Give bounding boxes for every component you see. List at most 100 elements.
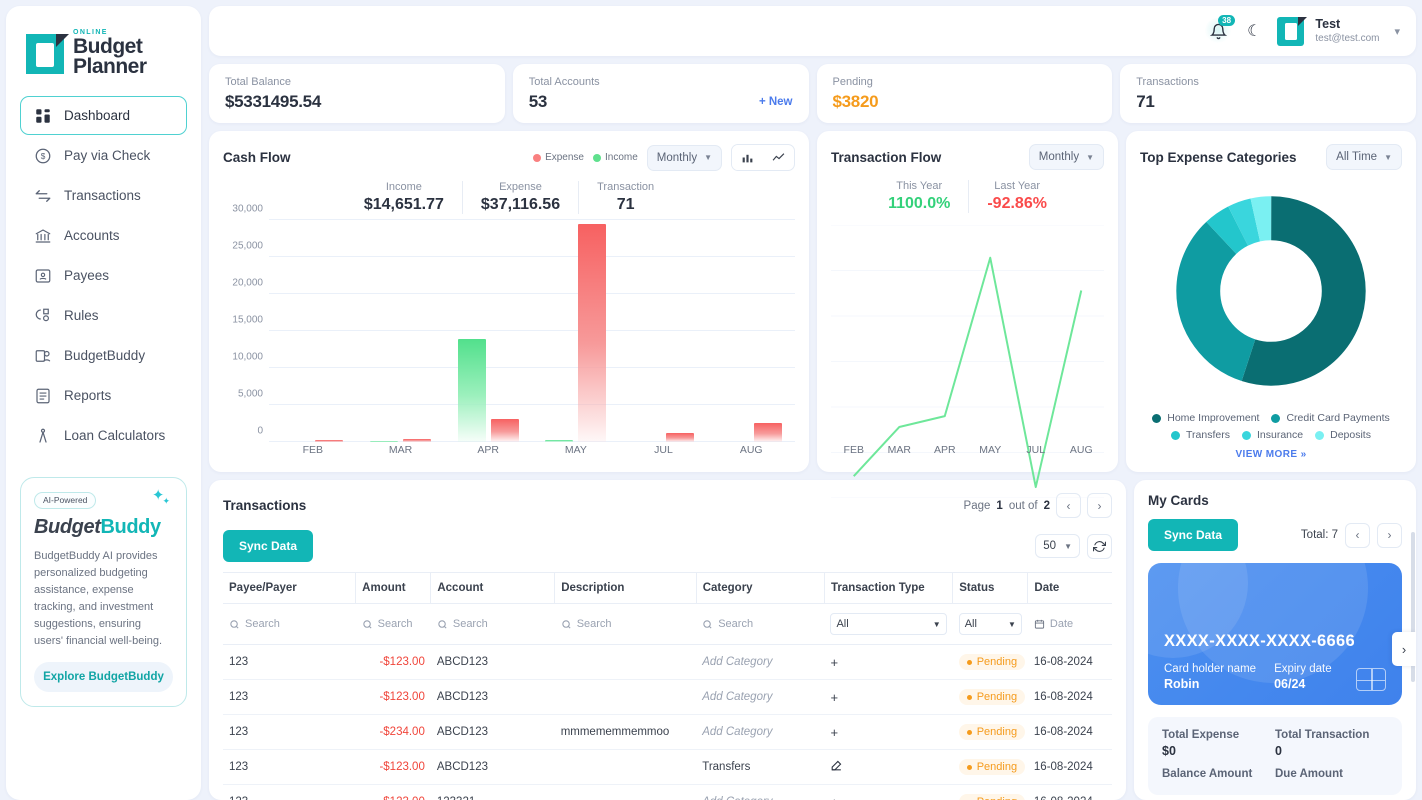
table-row[interactable]: 123 -$123.00 123321 Add Category + Pending 16-… [223,784,1112,800]
expense-donut-chart[interactable] [1175,195,1367,387]
search-input[interactable]: Search [561,618,691,630]
search-input[interactable]: Search [229,618,350,630]
add-transaction-type-button[interactable]: + [830,725,838,740]
cell-category[interactable]: Add Category [702,796,772,800]
bar-income[interactable] [370,440,398,442]
refresh-button[interactable] [1087,533,1112,559]
table-row[interactable]: 123 -$234.00 ABCD123 mmmememmemmoo Add Categ… [223,714,1112,750]
notifications-button[interactable]: 38 [1205,15,1236,44]
transactions-sync-data-button[interactable]: Sync Data [223,530,314,562]
status-filter[interactable]: All ▼ [958,613,1022,635]
cell-description [554,679,697,715]
page-size-select[interactable]: 50 ▼ [1035,534,1080,558]
bar-income[interactable] [457,339,486,442]
ai-powered-badge: AI-Powered [34,491,97,509]
sidebar-item-reports[interactable]: Reports [20,376,187,415]
bar-expense[interactable] [753,423,782,442]
stat-value: 53 [528,91,548,111]
bar-expense[interactable] [578,224,607,442]
prev-card-button[interactable]: ‹ [1345,522,1370,548]
column-header[interactable]: Category [696,572,825,604]
bar-income[interactable] [545,440,574,442]
bar-expense[interactable] [403,439,431,442]
column-header[interactable]: Payee/Payer [223,572,357,604]
logo-word-budget: Budget [73,35,143,59]
date-filter[interactable]: Date [1034,618,1106,630]
add-transaction-type-button[interactable]: + [830,690,838,705]
card-number: XXXX-XXXX-XXXX-6666 [1164,632,1355,650]
credit-card-visual[interactable]: XXXX-XXXX-XXXX-6666 Card holder name Rob… [1148,563,1402,705]
promo-title-buddy: Buddy [100,515,161,538]
table-row[interactable]: 123 -$123.00 ABCD123 Transfers Pending 16-08-… [223,749,1112,785]
search-input[interactable]: Search [362,618,425,630]
column-header[interactable]: Transaction Type [824,572,954,604]
donut-legend: Home Improvement Credit Card Payments Tran… [1140,408,1402,441]
next-card-button[interactable]: › [1377,522,1402,548]
legend-item[interactable]: Credit Card Payments [1271,412,1390,424]
expense-dot-icon [533,153,542,162]
legend-income-label: Income [605,152,638,163]
column-header[interactable]: Date [1027,572,1112,604]
cell-category[interactable]: Transfers [702,761,750,773]
cash-flow-period-select[interactable]: Monthly ▼ [646,144,722,171]
card-stat: Due Amount [1275,768,1388,783]
categories-period-select[interactable]: All Time ▼ [1326,144,1402,170]
add-transaction-type-button[interactable]: + [830,655,838,670]
search-placeholder: Search [452,618,488,630]
cards-sync-data-button[interactable]: Sync Data [1148,519,1239,551]
sidebar-item-loan-calculators[interactable]: Loan Calculators [20,416,187,455]
cell-amount: -$123.00 [379,691,425,703]
dark-mode-toggle[interactable]: ☾ [1247,21,1261,41]
bar-expense[interactable] [666,432,695,442]
transaction-type-filter-value: All [836,618,849,630]
legend-item[interactable]: Transfers [1171,429,1230,441]
line-chart-toggle-button[interactable] [763,145,794,170]
cell-account: ABCD123 [430,679,555,715]
transaction-flow-period-select[interactable]: Monthly ▼ [1028,144,1104,170]
legend-item[interactable]: Home Improvement [1152,412,1259,424]
promo-title: BudgetBuddy [34,516,173,539]
transaction-type-filter[interactable]: All ▼ [830,613,947,635]
column-header[interactable]: Account [430,572,556,604]
sidebar-item-payees[interactable]: Payees [20,256,187,295]
table-row[interactable]: 123 -$123.00 ABCD123 Add Category + Pending 16… [223,644,1112,680]
edit-category-icon[interactable] [830,760,843,775]
transaction-flow-period-value: Monthly [1038,151,1080,163]
sidebar-item-transactions[interactable]: Transactions [20,176,187,215]
legend-item[interactable]: Deposits [1315,429,1371,441]
add-new-account-button[interactable]: + New [759,96,793,108]
explore-budgetbuddy-button[interactable]: Explore BudgetBuddy [34,661,173,692]
bar-expense[interactable] [490,418,519,442]
search-input[interactable]: Search [437,618,549,630]
sidebar-item-accounts[interactable]: Accounts [20,216,187,255]
search-input[interactable]: Search [702,618,818,630]
rules-gear-icon [33,306,52,325]
budgetbuddy-promo-card: AI-Powered ✦✦ BudgetBuddy BudgetBuddy AI… [20,477,187,707]
status-badge: Pending [958,724,1026,740]
kpi-label: Expense [499,181,542,193]
sidebar-item-pay-via-check[interactable]: $ Pay via Check [20,136,187,175]
table-row[interactable]: 123 -$123.00 ABCD123 Add Category + Pending 16… [223,679,1112,715]
view-more-link[interactable]: VIEW MORE » [1140,441,1402,464]
y-axis-tick-label: 5,000 [237,388,263,400]
next-card-arrow-button[interactable]: › [1392,632,1416,666]
cell-category[interactable]: Add Category [702,691,772,703]
bar-expense[interactable] [315,440,344,442]
user-menu[interactable]: Test test@test.com ▾ [1277,16,1400,46]
legend-item[interactable]: Insurance [1241,429,1303,441]
column-header[interactable]: Amount [355,572,432,604]
app-logo[interactable]: ONLINE Budget Planner [20,22,187,96]
cell-category[interactable]: Add Category [702,656,772,668]
sidebar-item-rules[interactable]: Rules [20,296,187,335]
column-header[interactable]: Description [554,572,697,604]
cell-category[interactable]: Add Category [702,726,772,738]
column-header[interactable]: Status [952,572,1029,604]
add-transaction-type-button[interactable]: + [830,795,838,800]
buddy-icon [33,346,52,365]
bar-chart-toggle-button[interactable] [732,145,763,170]
sidebar-item-budgetbuddy[interactable]: BudgetBuddy [20,336,187,375]
bar-group [444,220,532,442]
y-axis-tick-label: 25,000 [232,240,263,252]
sidebar-item-dashboard[interactable]: Dashboard [20,96,187,136]
stat-value: 71 [1136,91,1155,111]
